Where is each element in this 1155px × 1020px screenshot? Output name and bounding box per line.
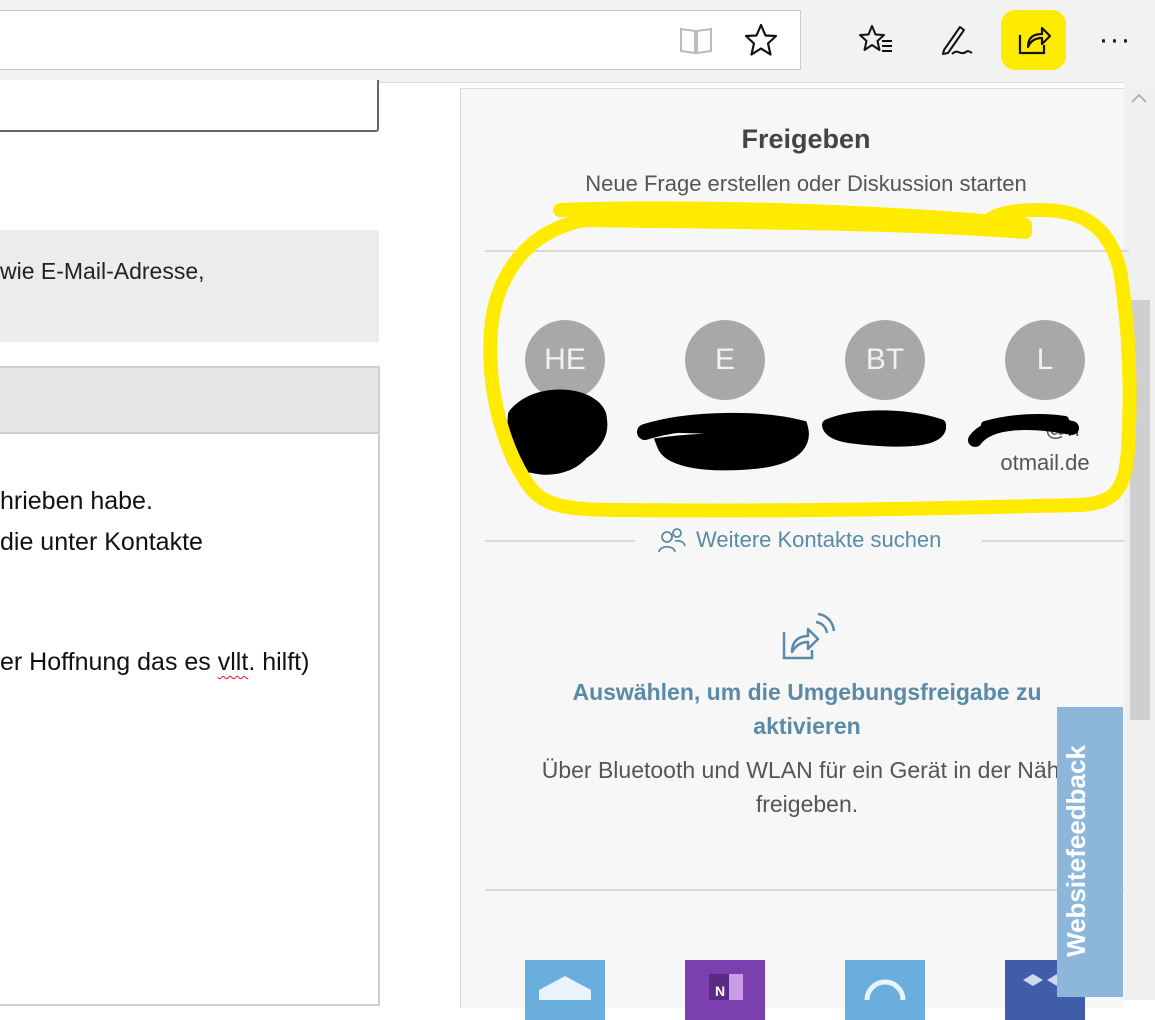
onenote-app-icon[interactable]: N	[685, 960, 765, 1020]
info-box-text: wie E-Mail-Adresse,	[0, 258, 205, 284]
contact-label-line: otmail.de	[1000, 450, 1090, 475]
contact-avatar[interactable]: HE	[525, 320, 605, 400]
feedback-label: Websitefeedback	[1061, 745, 1091, 957]
more-contacts-label: Weitere Kontakte suchen	[696, 527, 942, 552]
nearby-share-icon[interactable]	[776, 610, 836, 669]
svg-text:N: N	[715, 983, 725, 999]
more-contacts-link[interactable]: Weitere Kontakte suchen	[658, 527, 941, 553]
divider	[982, 540, 1124, 542]
post-text-line-3: er Hoffnung das es vllt. hilft)	[0, 648, 309, 677]
mail-app-icon[interactable]	[525, 960, 605, 1020]
divider	[485, 540, 635, 542]
nearby-share-description: Über Bluetooth und WLAN für ein Gerät in…	[541, 757, 1073, 817]
contact-avatar[interactable]: L	[1005, 320, 1085, 400]
divider	[485, 889, 1124, 891]
contact-initials: L	[1036, 343, 1054, 376]
nearby-share-title[interactable]: Auswählen, um die Umgebungsfreigabe zu a…	[520, 675, 1094, 743]
star-icon[interactable]	[733, 12, 789, 68]
post-text-line-2: die unter Kontakte	[0, 528, 203, 556]
pen-icon[interactable]	[928, 12, 984, 68]
panel-scrollbar-thumb[interactable]	[1130, 300, 1150, 720]
post-header	[0, 368, 378, 434]
share-icon[interactable]	[1006, 12, 1062, 68]
people-icon	[658, 528, 686, 553]
misspelled-word[interactable]: vllt	[218, 648, 249, 676]
scroll-up-icon[interactable]	[1131, 90, 1147, 108]
info-box	[0, 230, 379, 342]
more-menu-button[interactable]: ···	[1087, 12, 1143, 68]
favorites-list-icon[interactable]	[848, 12, 904, 68]
contact-initials: E	[714, 343, 735, 376]
post-text-line-1: hrieben habe.	[0, 487, 153, 515]
contact-avatar[interactable]: E	[685, 320, 765, 400]
post-text-part: er Hoffnung das es	[0, 648, 218, 676]
more-label: ···	[1098, 23, 1132, 56]
contact-initials: HE	[544, 343, 586, 376]
panel-subtitle: Neue Frage erstellen oder Diskussion sta…	[585, 171, 1027, 196]
website-feedback-tab[interactable]: Websitefeedback	[1057, 707, 1123, 997]
contact-label-line: @h	[1045, 416, 1080, 441]
contact-avatar[interactable]: BT	[845, 320, 925, 400]
page-text-input[interactable]	[0, 80, 379, 132]
divider	[485, 250, 1129, 252]
contact-initials: BT	[865, 343, 905, 376]
panel-title: Freigeben	[741, 124, 871, 154]
post-frame	[0, 366, 380, 1006]
cortana-app-icon[interactable]	[845, 960, 925, 1020]
post-text-part: . hilft)	[248, 648, 310, 676]
book-icon[interactable]	[668, 12, 724, 68]
